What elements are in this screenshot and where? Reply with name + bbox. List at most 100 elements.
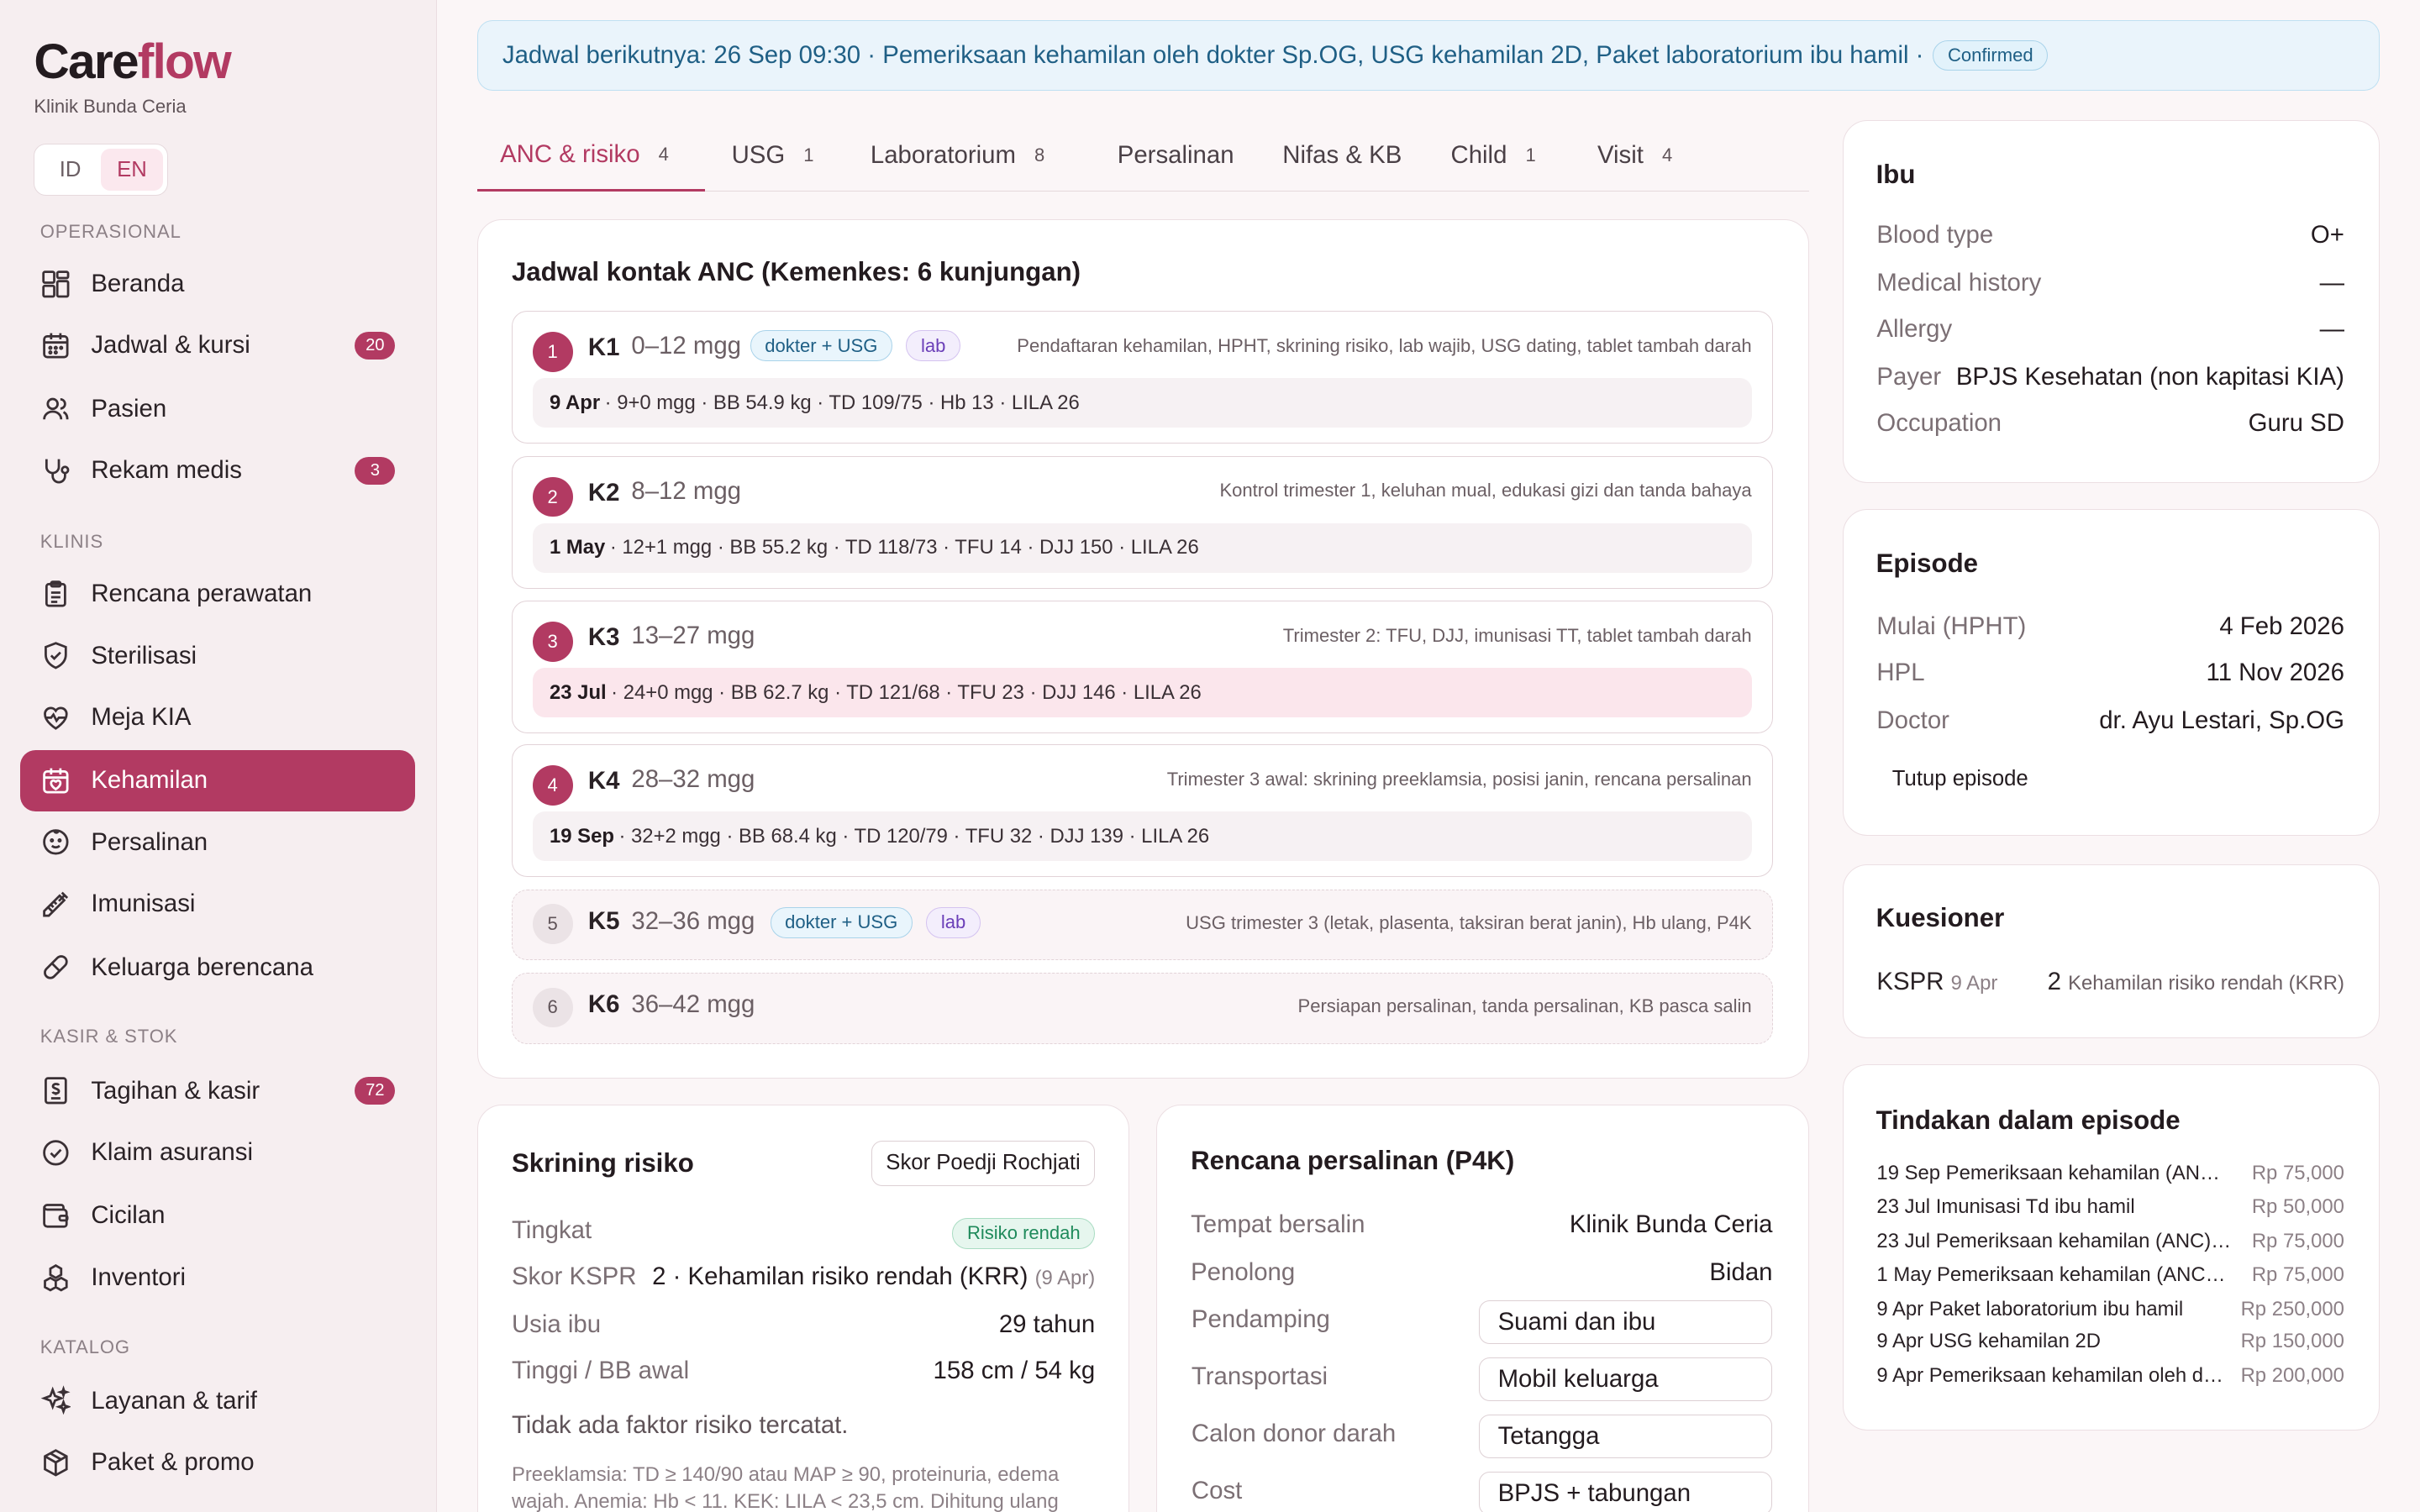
procedure-row: 9 Apr USG kehamilan 2D Rp 150,000 (1876, 1330, 2344, 1353)
shield-icon (44, 642, 67, 669)
tag-dokter-usg: dokter + USG (770, 907, 913, 938)
nav-layanan-tarif[interactable]: Layanan & tarif (20, 1370, 415, 1431)
nav-jadwal[interactable]: Jadwal & kursi 20 (20, 315, 415, 376)
anc-visit-record: 23 Jul · 24+0 mgg · BB 62.7 kg · TD 121/6… (532, 668, 1752, 718)
donor-darah-input[interactable]: Tetangga (1478, 1415, 1772, 1458)
cost-input[interactable]: BPJS + tabungan (1478, 1472, 1772, 1512)
sidebar: Careflow Klinik Bunda Ceria ID EN OPERAS… (0, 0, 437, 1512)
anc-visit-record: 1 May · 12+1 mgg · BB 55.2 kg · TD 118/73… (532, 522, 1752, 573)
sparkles-icon (40, 1385, 71, 1415)
procedure-row: 9 Apr Pemeriksaan kehamilan oleh dokter … (1876, 1363, 2344, 1387)
anc-contact-k3[interactable]: 3 K3 13–27 mgg Trimester 2: TFU, DJJ, im… (511, 601, 1773, 734)
app-logo: Careflow (34, 34, 231, 90)
anc-contact-k1[interactable]: 1 K1 0–12 mgg dokter + USG lab Pendaftar… (511, 311, 1773, 444)
boxes-icon (43, 1264, 68, 1292)
risk-level-badge: Risiko rendah (952, 1218, 1096, 1249)
tab-usg[interactable]: USG 1 (732, 120, 814, 191)
anc-contact-k6[interactable]: 6 K6 36–42 mgg Persiapan persalinan, tan… (511, 973, 1773, 1044)
nav-persalinan[interactable]: Persalinan (20, 811, 415, 873)
procedure-row: 9 Apr Paket laboratorium ibu hamil Rp 250… (1876, 1297, 2344, 1320)
kuesioner-title: Kuesioner (1876, 903, 2005, 933)
section-kasir-stok: KASIR & STOK (39, 1026, 178, 1047)
kspr-result: 2 Kehamilan risiko rendah (KRR) (2047, 967, 2344, 995)
pill-icon (43, 955, 68, 979)
tag-dokter-usg: dokter + USG (750, 330, 892, 361)
dashboard-icon (42, 270, 70, 298)
nav-cicilan[interactable]: Cicilan (20, 1185, 415, 1247)
transportasi-input[interactable]: Mobil keluarga (1478, 1357, 1772, 1401)
calendar-heart-icon (42, 768, 69, 794)
tab-persalinan[interactable]: Persalinan (1118, 120, 1234, 191)
nav-badge: 20 (355, 331, 396, 360)
clipboard-icon (45, 580, 66, 607)
risk-title: Skrining risiko (511, 1148, 694, 1179)
anc-title: Jadwal kontak ANC (Kemenkes: 6 kunjungan… (511, 256, 1081, 286)
lang-en-button[interactable]: EN (101, 149, 163, 191)
tab-bar: ANC & risiko 4 USG 1 Laboratorium 8 Persali… (476, 120, 1809, 192)
nav-tagihan-kasir[interactable]: Tagihan & kasir 72 (20, 1060, 415, 1121)
anc-contact-k5[interactable]: 5 K5 32–36 mgg dokter + USG lab USG trim… (511, 889, 1773, 961)
tag-lab: lab (906, 330, 960, 361)
anc-visit-record: 9 Apr · 9+0 mgg · BB 54.9 kg · TD 109/75 … (532, 378, 1752, 428)
procedure-row: 23 Jul Pemeriksaan kehamilan (ANC) oleh … (1876, 1229, 2344, 1252)
pendamping-input[interactable]: Suami dan ibu (1478, 1300, 1772, 1344)
tag-lab: lab (926, 907, 981, 938)
nav-rencana-perawatan[interactable]: Rencana perawatan (20, 563, 415, 624)
heart-pulse-icon (43, 706, 68, 730)
section-operasional: OPERASIONAL (39, 220, 182, 242)
check-circle-icon (42, 1139, 69, 1166)
banner-text: Jadwal berikutnya: 26 Sep 09:30 · Pemeri… (502, 41, 1924, 70)
nav-inventori[interactable]: Inventori (20, 1247, 415, 1308)
nav-paket-promo[interactable]: Paket & promo (20, 1431, 415, 1493)
procedure-row: 23 Jul Imunisasi Td ibu hamil Rp 50,000 (1876, 1195, 2344, 1219)
tindakan-title: Tindakan dalam episode (1876, 1105, 2181, 1136)
tab-child[interactable]: Child 1 (1450, 120, 1535, 191)
anc-contact-k4[interactable]: 4 K4 28–32 mgg Trimester 3 awal: skrinin… (511, 744, 1773, 878)
lang-id-button[interactable]: ID (39, 149, 101, 190)
questionnaire-card: Kuesioner (1843, 864, 2381, 1039)
procedure-row: 1 May Pemeriksaan kehamilan (ANC) oleh b… (1876, 1263, 2344, 1287)
nav-beranda[interactable]: Beranda (20, 253, 415, 314)
section-klinis: KLINIS (39, 530, 104, 552)
calendar-icon (42, 333, 69, 359)
nav-klaim-asuransi[interactable]: Klaim asuransi (20, 1121, 415, 1183)
clinic-name: Klinik Bunda Ceria (34, 95, 187, 117)
nav-pasien[interactable]: Pasien (20, 378, 415, 439)
no-risk-factor-text: Tidak ada faktor risiko tercatat. (511, 1410, 849, 1439)
p4k-title: Rencana persalinan (P4K) (1191, 1145, 1515, 1175)
wallet-icon (42, 1204, 69, 1228)
nav-meja-kia[interactable]: Meja KIA (20, 686, 415, 748)
ibu-title: Ibu (1876, 160, 1916, 190)
package-icon (43, 1448, 68, 1477)
users-icon (42, 397, 69, 420)
syringe-icon (42, 891, 68, 917)
status-badge: Confirmed (1933, 39, 2049, 71)
nav-sterilisasi[interactable]: Sterilisasi (20, 625, 415, 686)
stethoscope-icon (45, 459, 70, 484)
nav-imunisasi[interactable]: Imunisasi (20, 874, 415, 935)
next-appointment-banner[interactable]: Jadwal berikutnya: 26 Sep 09:30 · Pemeri… (476, 19, 2381, 92)
receipt-icon (44, 1077, 67, 1105)
risk-footnote: Preeklamsia: TD ≥ 140/90 atau MAP ≥ 90, … (511, 1463, 1060, 1512)
risk-screening-card: Skrining risiko Skor Poedji Rochjati Tin… (476, 1105, 1130, 1512)
procedure-row: 19 Sep Pemeriksaan kehamilan (ANC) oleh … (1876, 1162, 2344, 1185)
tab-anc-risiko[interactable]: ANC & risiko 4 (476, 120, 706, 192)
nav-keluarga-berencana[interactable]: Keluarga berencana (20, 937, 415, 998)
nav-badge: 3 (355, 456, 396, 485)
nav-kehamilan[interactable]: Kehamilan (19, 749, 416, 812)
section-katalog: KATALOG (39, 1336, 130, 1357)
poedji-rochjati-button[interactable]: Skor Poedji Rochjati (871, 1141, 1096, 1186)
anc-schedule-card: Jadwal kontak ANC (Kemenkes: 6 kunjungan… (476, 218, 1809, 1079)
anc-contact-k2[interactable]: 2 K2 8–12 mgg Kontrol trimester 1, keluh… (511, 455, 1773, 589)
kspr-entry[interactable]: KSPR 9 Apr (1876, 968, 1997, 996)
nav-badge: 72 (355, 1077, 396, 1105)
tab-laboratorium[interactable]: Laboratorium 8 (871, 120, 1044, 191)
baby-icon (42, 829, 69, 855)
language-switch: ID EN (34, 143, 169, 197)
tab-nifas-kb[interactable]: Nifas & KB (1282, 120, 1402, 191)
episode-title: Episode (1876, 549, 1979, 579)
anc-visit-record: 19 Sep · 32+2 mgg · BB 68.4 kg · TD 120/7… (532, 811, 1752, 861)
tab-visit[interactable]: Visit 4 (1597, 120, 1672, 191)
nav-rekam-medis[interactable]: Rekam medis 3 (20, 439, 415, 501)
close-episode-button[interactable]: Tutup episode (1876, 759, 2044, 800)
